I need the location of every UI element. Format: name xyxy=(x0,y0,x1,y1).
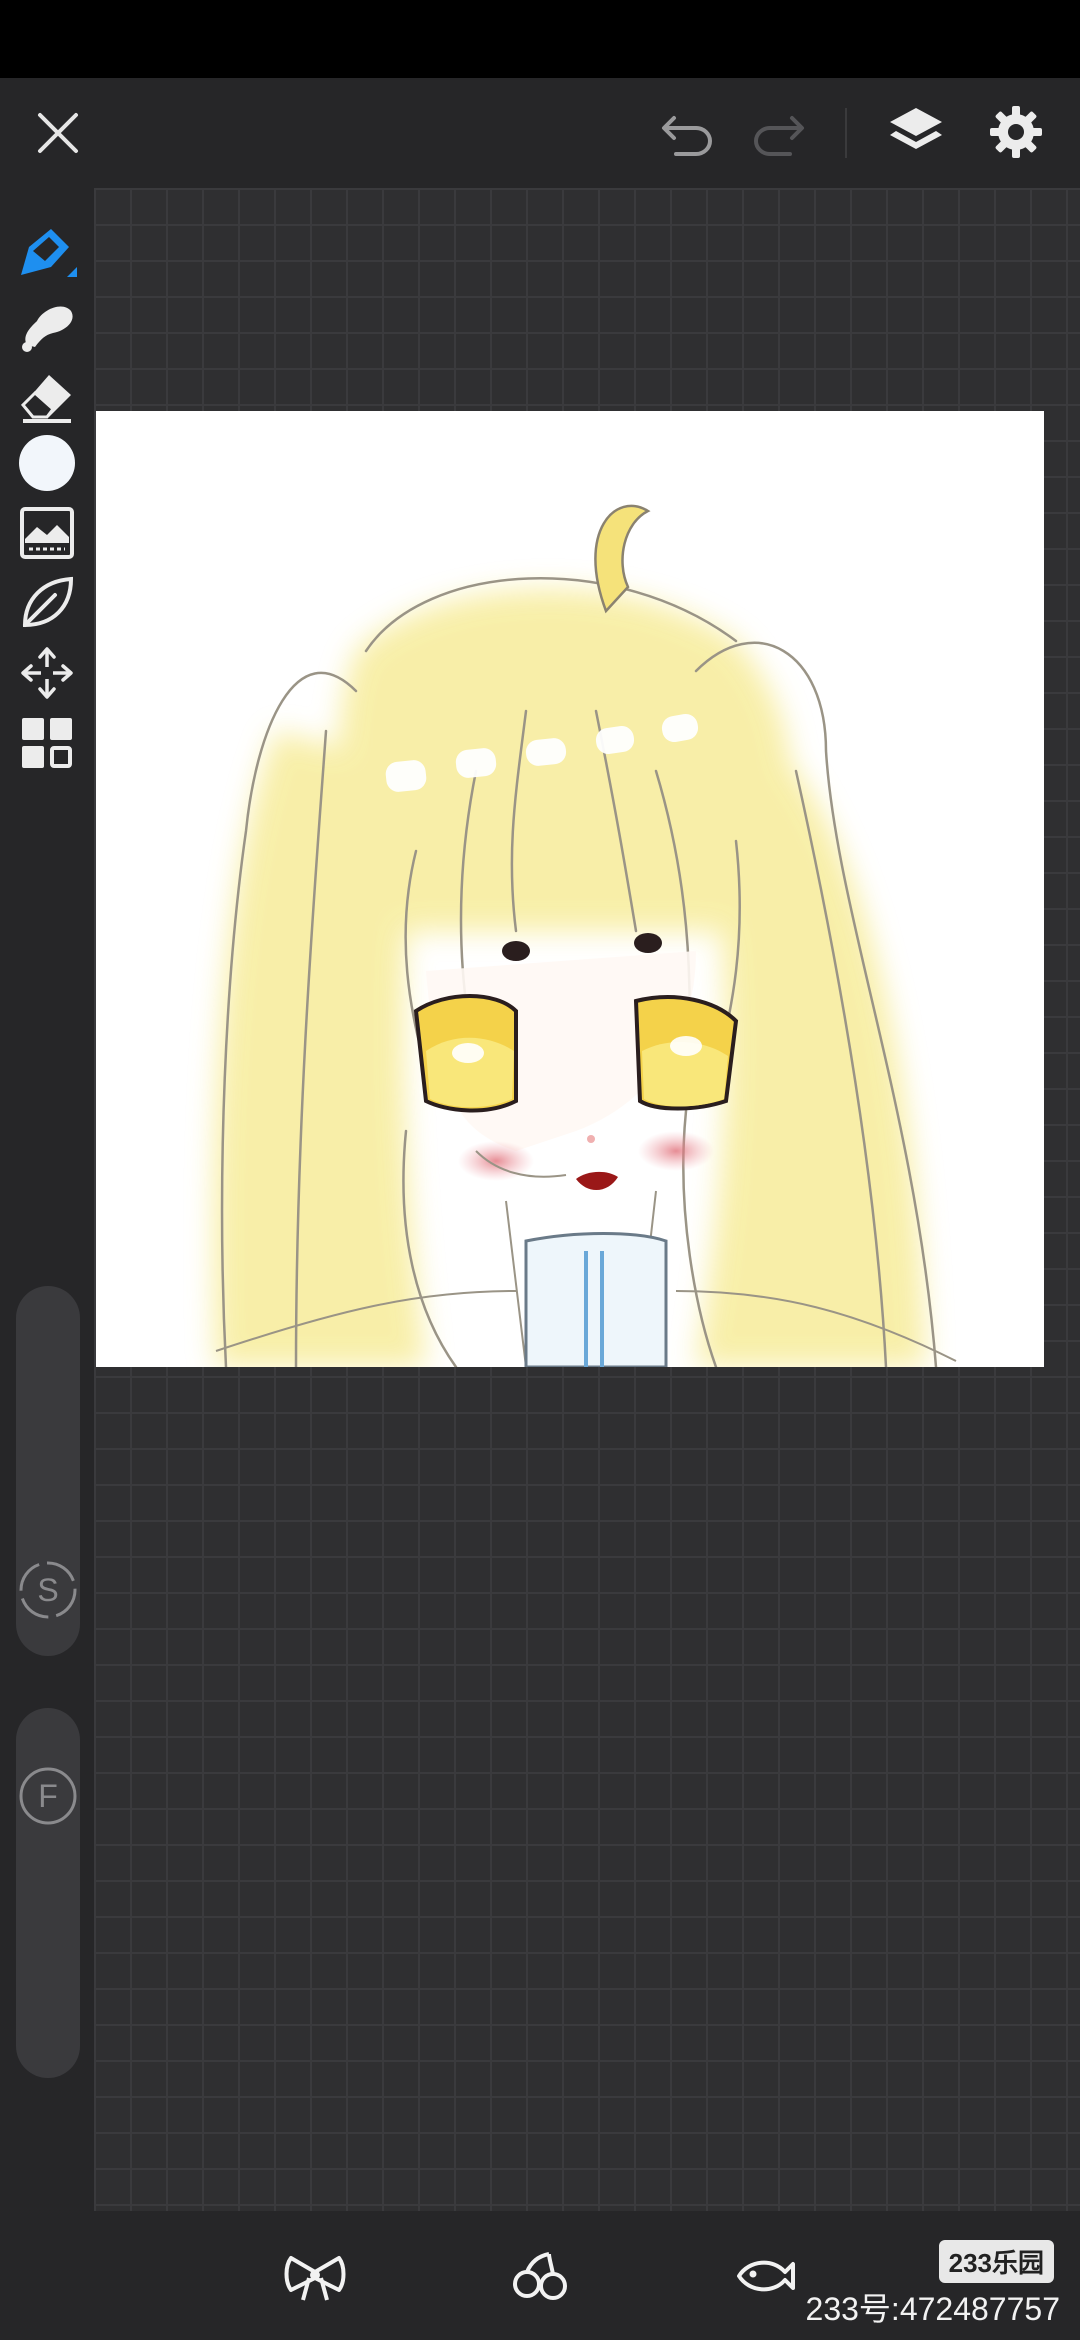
undo-icon xyxy=(662,116,712,156)
close-icon xyxy=(38,113,78,153)
move-icon xyxy=(21,647,73,699)
brush-flow-slider[interactable] xyxy=(16,1708,80,2078)
eraser-tool[interactable] xyxy=(12,360,82,430)
color-swatch xyxy=(19,435,75,491)
grid-icon xyxy=(22,718,72,768)
status-bar xyxy=(0,0,1080,78)
artboard[interactable] xyxy=(96,411,1044,1367)
bow-icon xyxy=(284,2256,346,2301)
gear-icon xyxy=(990,106,1042,158)
top-toolbar xyxy=(0,78,1080,188)
fish-button[interactable] xyxy=(730,2246,800,2306)
watermark-logo: 233乐园 xyxy=(938,2240,1054,2283)
redo-button[interactable] xyxy=(746,98,810,168)
settings-button[interactable] xyxy=(980,96,1052,168)
lasso-tool[interactable] xyxy=(12,568,82,638)
smudge-tool[interactable] xyxy=(12,290,82,360)
pen-tool[interactable] xyxy=(12,220,82,290)
artwork-drawing xyxy=(214,504,957,1367)
tool-rail: S F xyxy=(0,188,94,2211)
size-slider-label: S xyxy=(18,1560,78,1620)
bow-button[interactable] xyxy=(280,2246,350,2306)
redo-icon xyxy=(754,116,804,156)
watermark-id: 233号:472487757 xyxy=(805,2291,1060,2327)
close-button[interactable] xyxy=(28,98,88,168)
toolbar-divider xyxy=(845,108,847,158)
eraser-icon xyxy=(20,375,71,423)
image-tool[interactable] xyxy=(12,498,82,568)
layers-icon xyxy=(890,108,942,149)
fish-icon xyxy=(737,2260,795,2292)
cherry-button[interactable] xyxy=(506,2246,576,2306)
flow-slider-label: F xyxy=(18,1766,78,1826)
image-icon xyxy=(20,507,74,559)
transform-tool[interactable] xyxy=(12,638,82,708)
grid-tool[interactable] xyxy=(12,708,82,778)
leaf-icon xyxy=(22,576,74,628)
pen-icon xyxy=(21,229,77,277)
cherry-icon xyxy=(513,2252,567,2300)
flow-letter: F xyxy=(38,1777,58,1814)
undo-button[interactable] xyxy=(656,98,720,168)
smudge-icon xyxy=(22,306,73,352)
layers-button[interactable] xyxy=(880,96,952,168)
color-picker[interactable] xyxy=(12,428,82,498)
size-letter: S xyxy=(37,1571,59,1608)
